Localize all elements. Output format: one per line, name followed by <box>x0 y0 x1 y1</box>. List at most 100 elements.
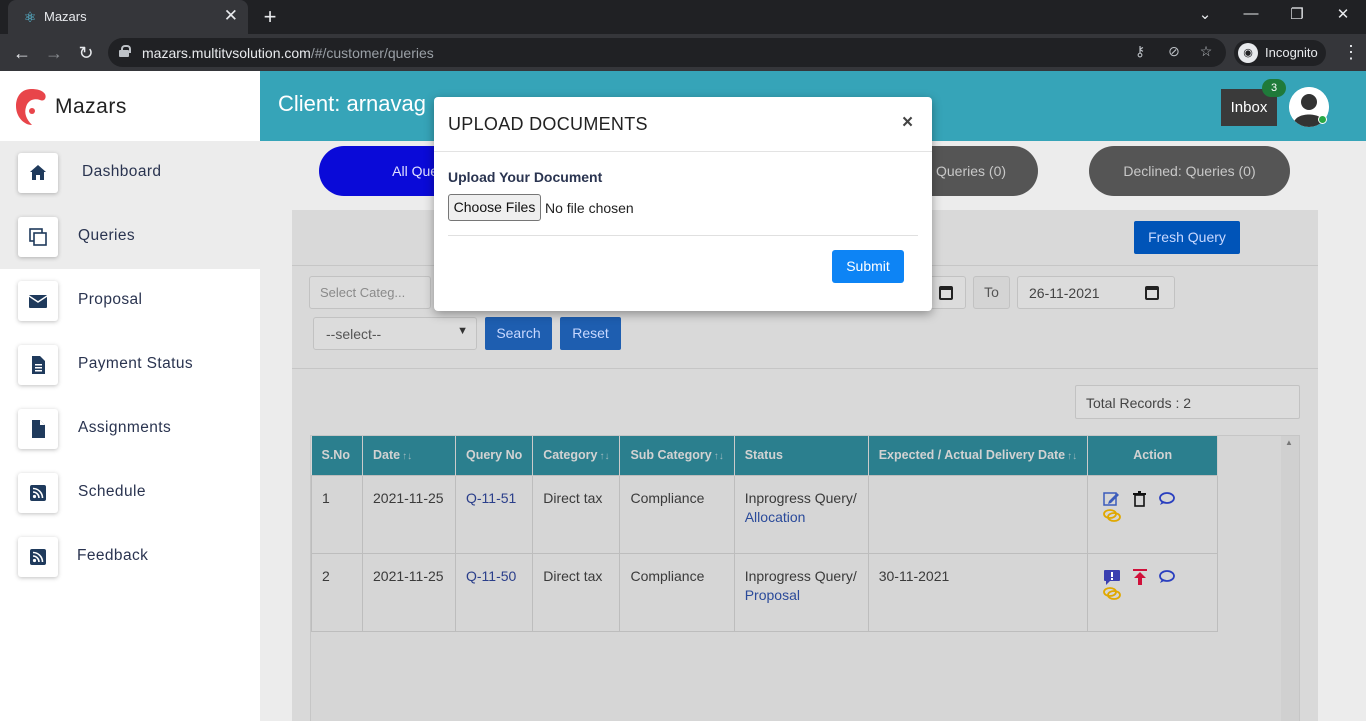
status-sub-text: Allocation <box>744 508 806 525</box>
submit-button[interactable]: Submit <box>832 250 904 283</box>
divider <box>292 368 1318 369</box>
column-header[interactable]: Sub Category ↑↓ <box>619 436 735 475</box>
sidebar-item-feedback[interactable]: Feedback <box>0 525 260 589</box>
minimize-icon[interactable]: — <box>1238 5 1264 22</box>
column-header[interactable]: Expected / Actual Delivery Date ↑↓ <box>868 436 1089 475</box>
from-date-field[interactable] <box>928 276 966 309</box>
new-tab-icon[interactable]: + <box>258 4 282 30</box>
rss-icon <box>18 473 58 513</box>
column-header[interactable]: Date ↑↓ <box>362 436 456 475</box>
home-icon <box>18 153 58 193</box>
reset-button[interactable]: Reset <box>560 317 621 350</box>
upload-icon[interactable] <box>1130 568 1150 585</box>
feedback-alert-icon[interactable] <box>1102 569 1122 585</box>
table-row: 2 2021-11-25 Q-11-50 Direct tax Complian… <box>311 552 1219 632</box>
sidebar-item-label: Assignments <box>78 419 172 436</box>
reload-icon[interactable]: ↻ <box>74 41 98 65</box>
sidebar-item-label: Dashboard <box>82 163 162 180</box>
column-header[interactable]: Category ↑↓ <box>532 436 621 475</box>
fresh-query-button[interactable]: Fresh Query <box>1134 221 1240 254</box>
react-favicon-icon: ⚛ <box>23 9 37 25</box>
comments-icon[interactable] <box>1102 586 1122 602</box>
category-select[interactable]: Select Categ... <box>309 276 431 309</box>
query-link[interactable]: Q-11-51 <box>466 490 516 506</box>
total-records: Total Records : 2 <box>1075 385 1300 419</box>
queries-table-wrapper: S.No Date ↑↓ Query No Category ↑↓ Sub Cate… <box>310 435 1300 721</box>
cell-query-no: Q-11-50 <box>454 552 534 632</box>
cell-status: Inprogress Query/ Proposal <box>733 552 869 632</box>
sidebar-item-queries[interactable]: Queries <box>0 205 260 269</box>
comments-icon[interactable] <box>1102 508 1122 524</box>
status-text: Inprogress Query/ <box>744 567 857 584</box>
modal-close-icon[interactable]: × <box>902 112 913 134</box>
sidebar-item-dashboard[interactable]: Dashboard <box>0 141 260 205</box>
cell-status: Inprogress Query/ Allocation <box>733 474 869 554</box>
cell-date: 2021-11-25 <box>362 474 456 554</box>
chat-icon[interactable] <box>1158 569 1178 585</box>
key-icon[interactable]: ⚷ <box>1130 43 1150 60</box>
table-scrollbar[interactable]: ▲ <box>1281 436 1299 721</box>
calendar-icon[interactable] <box>1145 286 1159 300</box>
cell-delivery-date <box>867 474 1089 554</box>
rss-icon <box>18 537 58 577</box>
menu-kebab-icon[interactable]: ⋮ <box>1342 42 1360 63</box>
eye-off-icon[interactable]: ⊘ <box>1164 43 1184 60</box>
to-date-value: 26-11-2021 <box>1029 285 1100 301</box>
window-close-icon[interactable]: ✕ <box>1330 5 1356 23</box>
search-button[interactable]: Search <box>485 317 552 350</box>
chevron-down-icon: ▼ <box>457 325 468 337</box>
to-date-field[interactable]: 26-11-2021 <box>1017 276 1175 309</box>
chat-icon[interactable] <box>1158 491 1178 507</box>
query-link[interactable]: Q-11-50 <box>466 568 516 584</box>
table-row: 1 2021-11-25 Q-11-51 Direct tax Complian… <box>311 474 1219 554</box>
column-header: Query No <box>455 436 534 475</box>
tab-declined-queries[interactable]: Declined: Queries (0) <box>1089 146 1290 196</box>
status-sub-text: Proposal <box>744 586 800 603</box>
cell-delivery-date: 30-11-2021 <box>867 552 1089 632</box>
address-bar[interactable]: mazars.multitvsolution.com/#/customer/qu… <box>108 38 1226 67</box>
trash-icon[interactable] <box>1130 490 1150 507</box>
file-status-text: No file chosen <box>545 200 634 216</box>
sidebar-item-payment-status[interactable]: Payment Status <box>0 333 260 397</box>
browser-tab[interactable]: ⚛ Mazars ✕ <box>8 0 248 34</box>
sidebar-item-label: Queries <box>78 227 136 244</box>
restore-icon[interactable]: ❐ <box>1284 5 1310 23</box>
status-select-value: --select-- <box>326 326 382 342</box>
cell-category: Direct tax <box>532 474 621 554</box>
cell-sno: 1 <box>311 474 363 554</box>
envelope-icon <box>18 281 58 321</box>
upload-label: Upload Your Document <box>448 169 603 185</box>
forward-icon[interactable]: → <box>42 41 66 65</box>
cell-date: 2021-11-25 <box>362 552 456 632</box>
column-header: Action <box>1087 436 1219 475</box>
copy-icon <box>18 217 58 257</box>
calendar-icon <box>939 286 953 300</box>
sidebar-item-label: Schedule <box>78 483 146 500</box>
scroll-up-icon[interactable]: ▲ <box>1285 438 1293 447</box>
mazars-logo-icon <box>16 89 46 125</box>
star-icon[interactable]: ☆ <box>1196 43 1216 60</box>
back-icon[interactable]: ← <box>10 41 34 65</box>
incognito-indicator[interactable]: ◉ Incognito <box>1234 40 1326 66</box>
brand[interactable]: Mazars <box>0 71 260 141</box>
sidebar-item-label: Proposal <box>78 291 143 308</box>
modal-title: UPLOAD DOCUMENTS <box>448 114 648 134</box>
table-header-row: S.No Date ↑↓ Query No Category ↑↓ Sub Cate… <box>311 436 1219 475</box>
sidebar-item-schedule[interactable]: Schedule <box>0 461 260 525</box>
cell-actions <box>1087 552 1219 632</box>
sidebar-item-label: Feedback <box>77 547 149 564</box>
tab-close-icon[interactable]: ✕ <box>224 6 238 26</box>
modal-divider <box>434 151 932 152</box>
edit-icon[interactable] <box>1102 491 1122 507</box>
sidebar-item-label: Payment Status <box>78 355 194 372</box>
sidebar-item-proposal[interactable]: Proposal <box>0 269 260 333</box>
browser-toolbar: ← → ↻ mazars.multitvsolution.com/#/custo… <box>0 34 1366 71</box>
file-icon <box>18 409 58 449</box>
file-text-icon <box>18 345 58 385</box>
modal-divider <box>448 235 918 236</box>
sidebar-item-assignments[interactable]: Assignments <box>0 397 260 461</box>
status-select[interactable]: --select-- ▼ <box>313 317 477 350</box>
choose-files-button[interactable]: Choose Files <box>448 194 541 221</box>
tab-search-icon[interactable]: ⌄ <box>1192 5 1218 23</box>
url-text: mazars.multitvsolution.com/#/customer/qu… <box>142 45 434 61</box>
